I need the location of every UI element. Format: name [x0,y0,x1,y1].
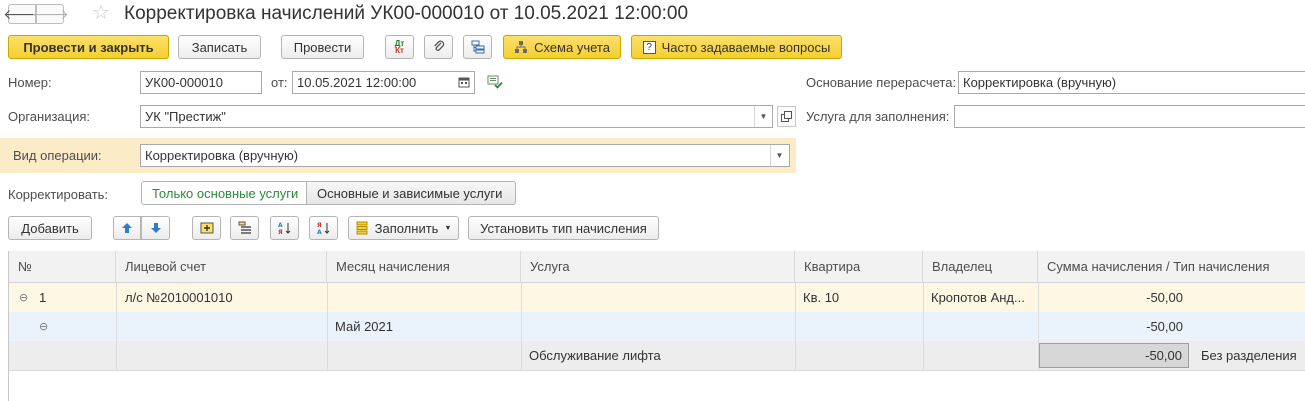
chevron-down-icon: ▼ [775,151,784,160]
fill-button[interactable]: Заполнить ▼ [348,216,459,240]
calendar-icon [458,77,470,88]
arrow-right-icon: 🡒 [31,5,69,22]
row-divider [9,370,1305,371]
accounting-scheme-label: Схема учета [534,39,610,55]
table-row[interactable]: ⊖ 1 л/с №2010001010 Кв. 10 Кропотов Анд.… [9,283,1305,312]
document-check-icon [487,75,503,89]
recalc-basis-field[interactable]: Корректировка (вручную) [958,71,1305,94]
collapse-icon[interactable]: ⊖ [19,283,28,312]
structure-button[interactable] [463,35,492,59]
date-field[interactable]: 10.05.2021 12:00:00 [292,71,475,94]
collapse-icon[interactable]: ⊖ [39,312,48,341]
date-label: от: [271,75,288,90]
column-header-month[interactable]: Месяц начисления [327,251,521,283]
column-header-flat[interactable]: Квартира [795,251,923,283]
account-cell: л/с №2010001010 [125,290,233,305]
flat-cell: Кв. 10 [803,290,840,305]
organization-open-button[interactable] [777,106,796,127]
faq-label: Часто задаваемые вопросы [661,39,831,55]
accounting-scheme-button[interactable]: Схема учета [503,35,621,59]
sum-cell: -50,00 [1146,319,1183,334]
table-row[interactable]: ⊖ Май 2021 -50,00 [9,312,1305,341]
fill-service-label: Услуга для заполнения: [806,109,950,124]
number-field[interactable]: УК00-000010 [140,71,262,94]
operation-type-dropdown[interactable]: ▼ [770,145,788,166]
operation-type-field[interactable]: Корректировка (вручную) [140,144,790,167]
list-icon [238,221,251,234]
group-rows-button[interactable] [230,216,259,240]
sum-cell-selected[interactable]: -50,00 [1039,343,1189,368]
column-header-sum-type[interactable]: Сумма начисления / Тип начисления [1038,251,1305,283]
open-icon [781,111,792,122]
operation-type-label: Вид операции: [13,148,102,163]
column-divider [327,283,328,370]
service-cell: Обслуживание лифта [529,348,661,363]
column-header-account[interactable]: Лицевой счет [116,251,327,283]
column-header-service[interactable]: Услуга [521,251,795,283]
forward-button[interactable]: 🡒 [31,4,69,24]
sort-asc-button[interactable]: АЯ [270,216,299,240]
column-header-owner[interactable]: Владелец [923,251,1038,283]
add-row-icon [200,222,213,234]
sort-desc-button[interactable]: ЯА [309,216,338,240]
column-divider [116,283,117,370]
fill-icon [356,221,368,235]
calendar-button[interactable] [456,74,472,90]
post-button[interactable]: Провести [281,35,364,59]
column-divider [521,283,522,370]
row-number: 1 [39,290,47,305]
move-down-button[interactable] [141,216,170,240]
kt-label: Кт [395,46,404,55]
correct-label: Корректировать: [8,187,109,202]
set-charge-type-button[interactable]: Установить тип начисления [468,216,659,240]
dt-kt-button[interactable]: Дт Кт [385,35,414,59]
paperclip-icon [433,40,444,51]
sort-asc-icon: АЯ [278,222,290,235]
scheme-icon [515,41,528,53]
structure-icon [471,40,484,54]
add-button[interactable]: Добавить [8,216,92,240]
column-header-number[interactable]: № [9,251,116,283]
add-group-button[interactable] [192,216,221,240]
page-title: Корректировка начислений УК00-000010 от … [124,3,689,24]
svg-text:Я: Я [317,222,322,229]
move-up-button[interactable] [113,216,141,240]
recalc-basis-label: Основание перерасчета: [806,75,957,90]
arrow-down-icon [150,223,161,233]
toggle-main-and-dependent[interactable]: Основные и зависимые услуги [306,181,516,205]
column-divider [795,283,796,370]
toggle-main-services[interactable]: Только основные услуги [141,181,307,205]
dt-kt-icon: Дт Кт [395,40,405,55]
owner-cell: Кропотов Анд... [931,290,1025,305]
column-divider [1038,283,1039,370]
question-icon: ? [642,40,656,54]
attach-button[interactable] [424,35,453,59]
save-button[interactable]: Записать [178,35,261,59]
organization-label: Организация: [8,109,91,124]
number-label: Номер: [8,75,52,90]
svg-text:Я: Я [278,229,283,235]
organization-dropdown[interactable]: ▼ [754,106,772,127]
star-icon[interactable]: ☆ [92,2,110,24]
fill-label: Заполнить [374,220,439,236]
sum-cell: -50,00 [1146,290,1183,305]
organization-field[interactable]: УК "Престиж" [140,105,773,128]
organization-value: УК "Престиж" [145,109,226,124]
faq-button[interactable]: ? Часто задаваемые вопросы [631,35,842,59]
fill-service-field[interactable] [954,105,1305,128]
post-and-close-button[interactable]: Провести и закрыть [8,35,169,59]
svg-text:А: А [317,229,322,235]
charge-type-cell: Без разделения [1201,348,1297,363]
sort-desc-icon: ЯА [317,222,329,235]
arrow-up-icon [122,223,132,233]
chevron-down-icon: ▼ [444,224,452,232]
operation-type-value: Корректировка (вручную) [145,148,299,163]
table-row[interactable]: Обслуживание лифта -50,00 Без разделения [9,341,1305,370]
column-divider [923,283,924,370]
month-cell: Май 2021 [335,319,393,334]
date-value: 10.05.2021 12:00:00 [297,75,417,90]
post-status-button[interactable] [487,74,503,90]
svg-text:А: А [278,222,283,229]
chevron-down-icon: ▼ [759,112,768,121]
